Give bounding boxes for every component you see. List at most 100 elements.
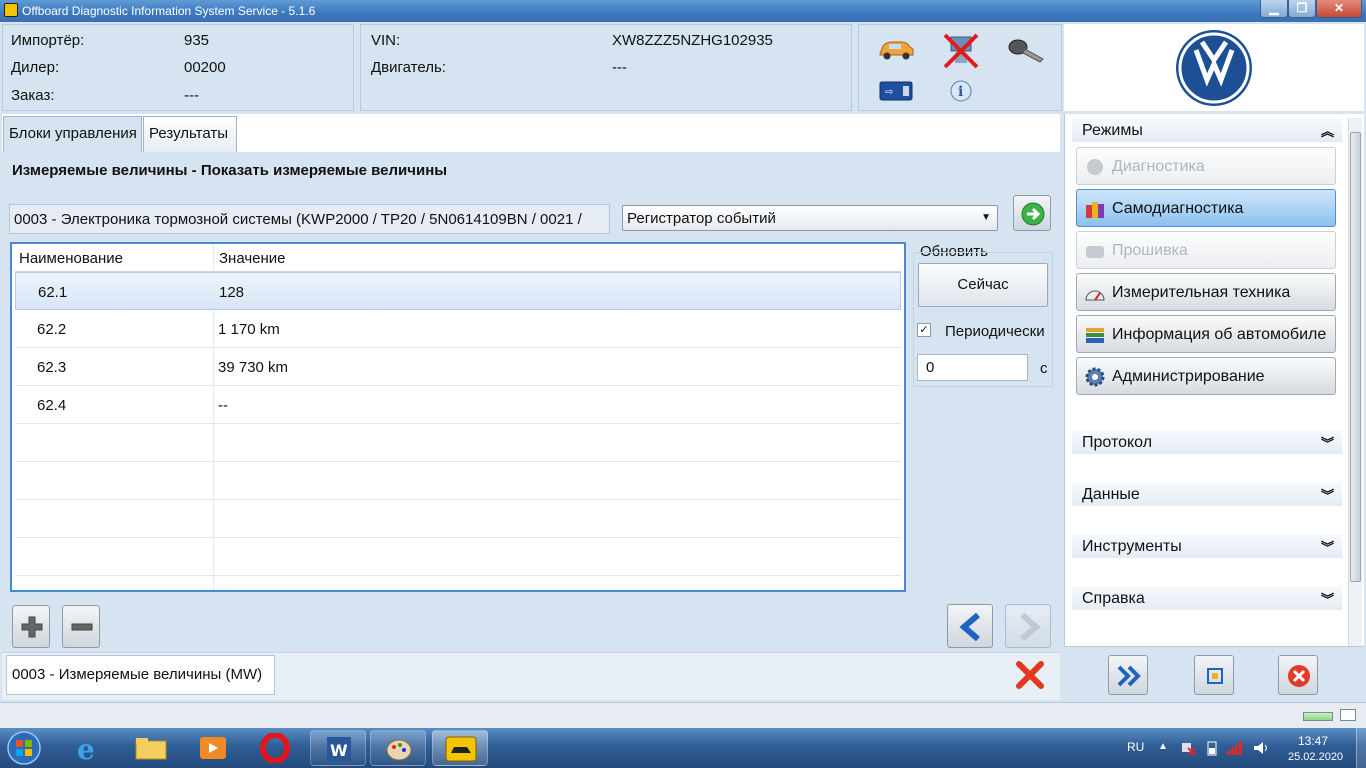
double-chevron-right-icon — [1117, 665, 1141, 687]
column-header-value[interactable]: Значение — [219, 250, 286, 267]
tab-results[interactable]: Результаты — [143, 116, 237, 152]
tray-expand-icon[interactable]: ▲ — [1158, 741, 1168, 752]
table-row[interactable] — [15, 538, 901, 576]
measurements-table[interactable]: Наименование Значение 62.1 128 62.2 1 17… — [10, 242, 906, 592]
periodic-label: Периодически — [945, 323, 1045, 340]
section-label: Протокол — [1082, 434, 1153, 451]
table-row[interactable]: 62.2 1 170 km — [15, 310, 901, 348]
row-value: 39 730 km — [218, 359, 289, 376]
periodic-checkbox[interactable]: ✓ — [917, 323, 931, 337]
section-data[interactable]: Данные ︾ — [1072, 482, 1342, 506]
mode-self-diagnostics[interactable]: Самодиагностика — [1076, 189, 1336, 227]
taskbar-ie[interactable]: e — [62, 730, 118, 766]
fit-window-button[interactable] — [1194, 655, 1234, 695]
svg-text:⇨: ⇨ — [885, 87, 893, 98]
remove-button[interactable] — [62, 605, 100, 648]
table-row[interactable] — [15, 500, 901, 538]
section-help[interactable]: Справка ︾ — [1072, 586, 1342, 610]
chevron-right-icon — [1020, 613, 1041, 641]
mode-label: Информация об автомобиле — [1112, 326, 1327, 343]
page-heading: Измеряемые величины - Показать измеряемы… — [12, 162, 448, 179]
taskbar-paint[interactable] — [370, 730, 426, 766]
usb-interface-icon[interactable]: ⇨ — [879, 81, 913, 101]
mode-vehicle-info[interactable]: Информация об автомобиле — [1076, 315, 1336, 353]
taskbar-explorer[interactable] — [124, 730, 180, 766]
mode-administration[interactable]: Администрирование — [1076, 357, 1336, 395]
battery-icon[interactable] — [1206, 740, 1218, 756]
media-player-icon — [200, 737, 226, 759]
chevron-left-icon — [959, 613, 980, 641]
key-icon[interactable] — [1007, 37, 1047, 65]
sidebar-scrollbar[interactable] — [1348, 118, 1362, 646]
go-button[interactable] — [1013, 195, 1051, 231]
taskbar-media-player[interactable] — [186, 730, 242, 766]
mode-dropdown[interactable]: Регистратор событий ▼ — [622, 205, 998, 231]
paint-icon — [386, 739, 412, 761]
mode-label: Самодиагностика — [1112, 200, 1244, 217]
refresh-now-button[interactable]: Сейчас — [918, 263, 1048, 307]
car-icon[interactable] — [877, 37, 915, 61]
gauge-icon — [1085, 290, 1105, 301]
taskbar-opera[interactable] — [248, 730, 304, 766]
footer-tab[interactable]: 0003 - Измеряемые величины (MW) — [6, 655, 275, 695]
back-button[interactable] — [947, 604, 993, 648]
close-button[interactable]: ✕ — [1316, 0, 1362, 18]
language-indicator[interactable]: RU — [1127, 740, 1144, 754]
network-disconnected-icon[interactable] — [1180, 740, 1196, 756]
disconnected-network-icon[interactable] — [941, 31, 981, 71]
mode-flashing[interactable]: Прошивка — [1076, 231, 1336, 269]
fast-forward-button[interactable] — [1108, 655, 1148, 695]
order-value: --- — [184, 87, 199, 104]
table-row[interactable] — [15, 424, 901, 462]
maximize-button[interactable]: ❐ — [1288, 0, 1316, 18]
mode-diagnostics[interactable]: Диагностика — [1076, 147, 1336, 185]
mode-measurement[interactable]: Измерительная техника — [1076, 273, 1336, 311]
clock-date[interactable]: 25.02.2020 — [1288, 751, 1343, 763]
app-icon — [4, 3, 18, 17]
minimize-button[interactable]: ▁ — [1260, 0, 1288, 18]
table-row[interactable]: 62.1 128 — [15, 272, 901, 310]
svg-text:W: W — [330, 741, 348, 760]
section-protocol[interactable]: Протокол ︾ — [1072, 430, 1342, 454]
row-value: 1 170 km — [218, 321, 280, 338]
close-red-x-icon[interactable] — [1015, 660, 1045, 690]
table-row[interactable]: 62.3 39 730 km — [15, 348, 901, 386]
exit-button[interactable] — [1278, 655, 1318, 695]
clock-time[interactable]: 13:47 — [1298, 734, 1328, 748]
taskbar-odis[interactable] — [432, 730, 488, 766]
section-label: Инструменты — [1082, 538, 1182, 555]
add-button[interactable] — [12, 605, 50, 648]
odis-app-icon — [445, 736, 477, 762]
engine-label: Двигатель: — [371, 59, 446, 76]
table-row[interactable]: 62.4 -- — [15, 386, 901, 424]
opera-icon — [260, 733, 290, 763]
dealer-info-panel: Импортёр: 935 Дилер: 00200 Заказ: --- — [2, 24, 354, 111]
window-title: Offboard Diagnostic Information System S… — [22, 4, 316, 18]
logo-panel — [1064, 24, 1364, 111]
folder-icon — [135, 738, 167, 760]
tab-control-units[interactable]: Блоки управления — [3, 116, 142, 152]
start-button-icon[interactable] — [4, 730, 44, 766]
mode-label: Администрирование — [1112, 368, 1265, 385]
volume-icon[interactable] — [1252, 740, 1270, 756]
column-header-name[interactable]: Наименование — [19, 250, 123, 267]
scrollbar-thumb[interactable] — [1350, 132, 1361, 582]
table-row[interactable] — [15, 462, 901, 500]
section-label: Данные — [1082, 486, 1140, 503]
modes-header[interactable]: Режимы ︽ — [1072, 118, 1342, 142]
forward-button[interactable] — [1005, 604, 1051, 648]
taskbar-word[interactable]: W — [310, 730, 366, 766]
mode-label: Прошивка — [1112, 242, 1188, 259]
gear-icon — [1085, 367, 1105, 387]
interval-unit: с — [1040, 360, 1048, 377]
signal-icon[interactable] — [1226, 740, 1244, 756]
vw-logo-icon — [1176, 30, 1252, 106]
section-label: Справка — [1082, 590, 1145, 607]
show-desktop-button[interactable] — [1356, 728, 1366, 768]
section-tools[interactable]: Инструменты ︾ — [1072, 534, 1342, 558]
info-icon[interactable]: i — [949, 79, 973, 103]
interval-input[interactable]: 0 — [917, 354, 1028, 381]
engine-value: --- — [612, 59, 627, 76]
vin-value: XW8ZZZ5NZHG102935 — [612, 32, 773, 49]
importer-value: 935 — [184, 32, 210, 49]
